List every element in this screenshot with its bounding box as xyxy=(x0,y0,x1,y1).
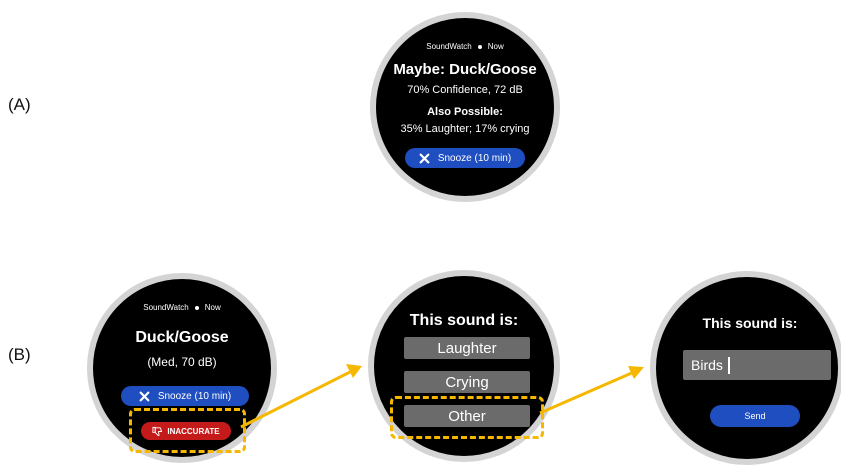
arrow-to-text-input xyxy=(539,366,644,415)
flow-arrows xyxy=(240,364,644,429)
arrow-to-options xyxy=(240,364,362,429)
